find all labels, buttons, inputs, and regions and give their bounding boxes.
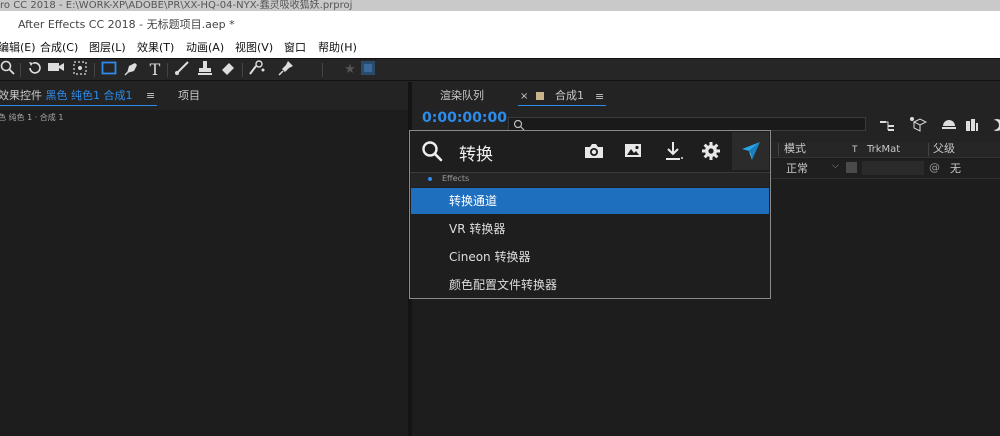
tab-menu-icon[interactable]: ≡ bbox=[595, 90, 604, 104]
tab-project[interactable]: 项目 bbox=[178, 89, 200, 103]
left-panel-tabs: 效果控件 黑色 纯色1 合成1 ≡ 项目 bbox=[0, 82, 408, 110]
column-t[interactable]: T bbox=[852, 143, 858, 157]
zoom-tool-icon[interactable] bbox=[0, 60, 18, 80]
effect-controls-panel bbox=[0, 82, 408, 436]
app-title-bar: After Effects CC 2018 - 无标题项目.aep * bbox=[0, 11, 1000, 38]
category-header: Effects bbox=[411, 173, 769, 187]
layer-row[interactable]: 正常 ⌵ @ 无 bbox=[770, 160, 1000, 179]
menu-bar: 编辑(E) 合成(C) 图层(L) 效果(T) 动画(A) 视图(V) 窗口 帮… bbox=[0, 38, 1000, 58]
snapping-icon[interactable] bbox=[358, 60, 378, 80]
outer-window-title: ro CC 2018 - E:\WORK-XP\ADOBE\PR\XX-HQ-0… bbox=[0, 0, 1000, 11]
rectangle-tool-icon[interactable] bbox=[99, 60, 119, 80]
camera-icon[interactable] bbox=[584, 142, 604, 164]
result-item-selected[interactable]: 转换通道 bbox=[411, 188, 769, 214]
plugin-logo-button[interactable] bbox=[732, 132, 769, 170]
popup-search-bar: 转换 bbox=[410, 131, 770, 172]
menu-help[interactable]: 帮助(H) bbox=[318, 38, 357, 58]
tab-render-queue[interactable]: 渲染队列 bbox=[440, 89, 484, 103]
pan-behind-tool-icon[interactable] bbox=[70, 60, 90, 80]
tab-effect-controls[interactable]: 效果控件 黑色 纯色1 合成1 bbox=[0, 89, 133, 103]
tab-menu-icon[interactable]: ≡ bbox=[146, 89, 155, 103]
mode-dropdown-chevron-icon[interactable]: ⌵ bbox=[832, 161, 839, 171]
result-item[interactable]: VR 转换器 bbox=[411, 216, 769, 242]
active-tab-underline bbox=[518, 105, 606, 106]
image-icon[interactable] bbox=[624, 143, 642, 163]
trkmat-checkbox[interactable] bbox=[846, 162, 857, 173]
layer-column-headers: 模式 T TrkMat 父级 bbox=[770, 142, 1000, 158]
send-arrow-icon bbox=[742, 142, 760, 160]
layer-parent-value[interactable]: 无 bbox=[950, 162, 961, 176]
active-tab-underline bbox=[0, 105, 157, 106]
motion-blur-icon[interactable] bbox=[989, 117, 1000, 136]
result-item[interactable]: Cineon 转换器 bbox=[411, 244, 769, 270]
gear-icon[interactable] bbox=[701, 141, 721, 165]
eraser-tool-icon[interactable] bbox=[218, 60, 238, 80]
frame-blending-icon[interactable] bbox=[965, 117, 979, 136]
comp-color-swatch-icon bbox=[536, 92, 544, 100]
pen-tool-icon[interactable] bbox=[122, 60, 142, 80]
menu-view[interactable]: 视图(V) bbox=[235, 38, 273, 58]
layer-mode-value[interactable]: 正常 bbox=[786, 162, 808, 176]
brush-tool-icon[interactable] bbox=[172, 60, 192, 80]
tab-composition[interactable]: 合成1 bbox=[555, 89, 584, 103]
menu-window[interactable]: 窗口 bbox=[284, 38, 306, 58]
rotate-tool-icon[interactable] bbox=[25, 60, 45, 80]
menu-effect[interactable]: 效果(T) bbox=[137, 38, 174, 58]
menu-animation[interactable]: 动画(A) bbox=[186, 38, 224, 58]
app-title: After Effects CC 2018 - 无标题项目.aep * bbox=[18, 18, 235, 31]
search-icon bbox=[421, 140, 443, 166]
effects-search-popup: 转换 Effects 转换通道 VR 转换器 Cineon 转换器 颜色配置文件… bbox=[409, 130, 771, 299]
effect-controls-breadcrumb: 色 纯色 1 · 合成 1 bbox=[0, 113, 64, 122]
search-input[interactable]: 转换 bbox=[459, 140, 493, 165]
comp-flowchart-icon[interactable] bbox=[879, 118, 895, 137]
tab-close-icon[interactable]: × bbox=[520, 90, 528, 104]
timeline-search-input[interactable] bbox=[508, 117, 866, 131]
puppet-pin-tool-icon[interactable] bbox=[276, 60, 296, 80]
trkmat-field[interactable] bbox=[862, 161, 924, 175]
clone-stamp-tool-icon[interactable] bbox=[195, 60, 215, 80]
menu-edit[interactable]: 编辑(E) bbox=[0, 38, 36, 58]
tools-toolbar: T ★ bbox=[0, 58, 1000, 81]
current-time-display[interactable]: 0:00:00:00 bbox=[422, 110, 507, 126]
result-item[interactable]: 颜色配置文件转换器 bbox=[411, 272, 769, 298]
hide-shy-layers-icon[interactable] bbox=[941, 117, 957, 136]
column-parent[interactable]: 父级 bbox=[933, 142, 955, 156]
star-icon[interactable]: ★ bbox=[340, 60, 360, 80]
download-icon[interactable] bbox=[665, 141, 683, 165]
parent-pickwhip-icon[interactable]: @ bbox=[929, 161, 940, 174]
column-trkmat[interactable]: TrkMat bbox=[867, 143, 900, 157]
roto-brush-tool-icon[interactable] bbox=[247, 60, 267, 80]
draft-3d-icon[interactable] bbox=[909, 116, 928, 136]
menu-layer[interactable]: 图层(L) bbox=[89, 38, 126, 58]
column-mode[interactable]: 模式 bbox=[784, 142, 806, 156]
menu-composition[interactable]: 合成(C) bbox=[40, 38, 78, 58]
category-label: Effects bbox=[442, 174, 470, 183]
camera-tool-icon[interactable] bbox=[46, 60, 66, 80]
text-tool-icon[interactable]: T bbox=[145, 60, 165, 80]
category-bullet-icon bbox=[428, 177, 432, 181]
